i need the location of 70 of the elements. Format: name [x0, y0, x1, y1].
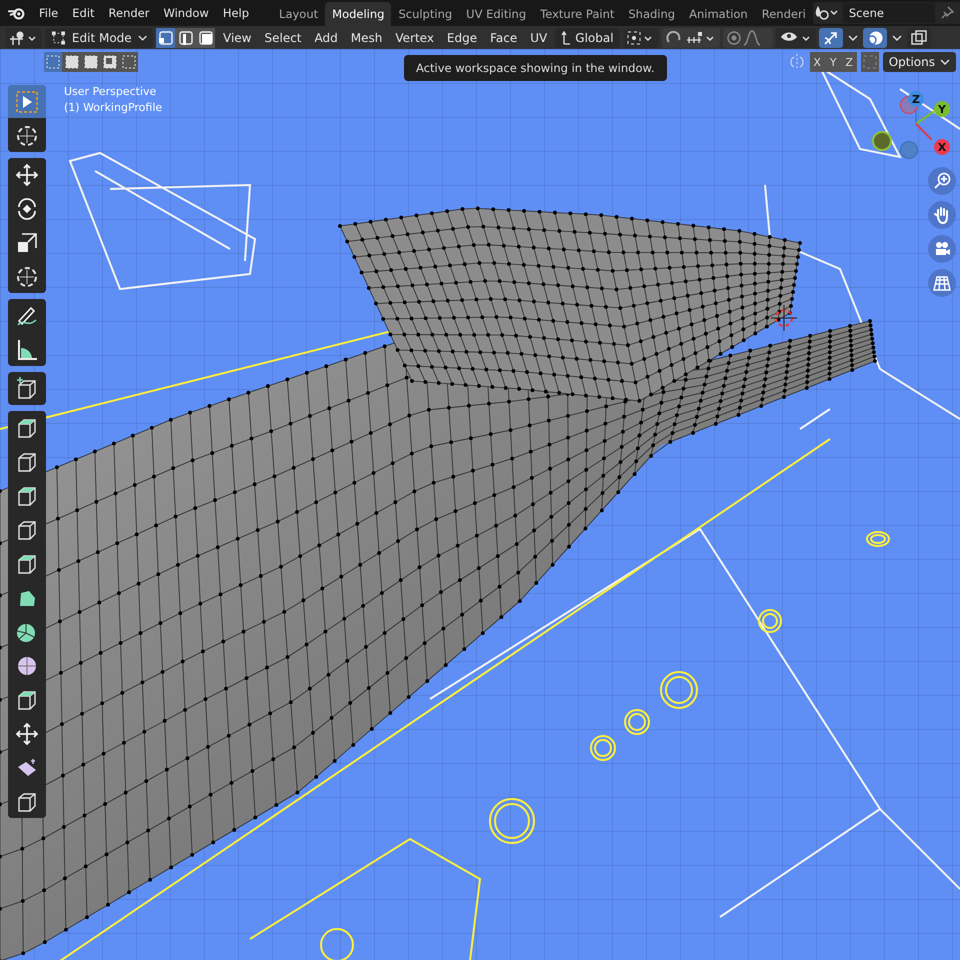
camera-icon	[933, 240, 951, 258]
menu-item[interactable]: Edit	[65, 6, 102, 20]
overlapping-squares-icon	[910, 30, 928, 46]
four-arrows-icon	[15, 722, 39, 746]
negative-x-axis-handle[interactable]	[872, 131, 892, 151]
selection-mode-button[interactable]	[44, 52, 62, 72]
vertices-icon	[51, 30, 66, 46]
tooltip: Active workspace showing in the window.	[404, 55, 667, 81]
gizmo-icon	[822, 30, 840, 46]
caret-icon	[138, 34, 147, 42]
workspace-tab[interactable]: Animation	[682, 2, 755, 26]
workspace-tab[interactable]: Sculpting	[391, 2, 460, 26]
menu-item[interactable]: Help	[216, 6, 256, 20]
axis-handle[interactable]: Y	[934, 101, 950, 117]
menu-item[interactable]: Render	[102, 6, 156, 20]
3d-cursor-icon	[770, 304, 798, 332]
menu-item[interactable]: View	[218, 30, 256, 44]
menu-item[interactable]: Add	[310, 30, 343, 44]
caret-icon	[940, 58, 950, 66]
proportional-edit-button[interactable]	[722, 28, 773, 48]
grid-icon	[933, 274, 951, 292]
cursor-icon	[15, 124, 39, 148]
options-dropdown[interactable]: Options	[882, 52, 956, 72]
menu-item[interactable]: Vertex	[390, 30, 439, 44]
workspace-tab[interactable]: Renderi	[754, 2, 813, 26]
overlay-toggle-button[interactable]	[862, 28, 887, 48]
menu-item[interactable]: Select	[259, 30, 307, 44]
hand-icon	[933, 206, 951, 224]
workspace-tab[interactable]: Layout	[272, 2, 326, 26]
overlay-icon	[866, 30, 884, 46]
projection-button[interactable]	[928, 269, 956, 297]
object-name-label: (1) WorkingProfile	[64, 101, 162, 114]
magnifier-icon	[933, 172, 951, 190]
scale-icon	[15, 230, 39, 254]
xray-toggle-button[interactable]	[906, 28, 931, 48]
mirror-icon	[788, 53, 806, 71]
workspace-tab[interactable]: UV Editing	[459, 2, 534, 26]
axis-handle[interactable]: Z	[908, 91, 924, 107]
zoom-button[interactable]	[928, 167, 956, 195]
pan-button[interactable]	[928, 201, 956, 229]
workspace-tab[interactable]: Modeling	[325, 2, 392, 26]
menu-item[interactable]: Face	[485, 30, 522, 44]
camera-view-button[interactable]	[928, 235, 956, 263]
face-select-button[interactable]	[196, 28, 215, 48]
selection-mode-button[interactable]	[120, 52, 138, 72]
transform-icon	[15, 264, 39, 288]
ruler-icon	[15, 338, 39, 362]
select-box-icon	[15, 90, 39, 114]
view-name-label: User Perspective	[64, 85, 158, 98]
rotate-icon	[15, 196, 39, 220]
snap-button[interactable]	[662, 28, 720, 48]
menu-item[interactable]: File	[32, 6, 66, 20]
move-icon	[15, 162, 39, 186]
pivot-button[interactable]	[622, 28, 659, 48]
workspace-tab[interactable]: Shading	[621, 2, 682, 26]
workspace-tab[interactable]: Texture Paint	[533, 2, 622, 26]
menu-item[interactable]: Window	[156, 6, 216, 20]
axis-icon	[561, 30, 572, 44]
gizmo-toggle-button[interactable]	[818, 28, 843, 48]
vertex-select-button[interactable]	[156, 28, 175, 48]
visibility-button[interactable]	[776, 28, 816, 48]
axis-handle[interactable]: X	[934, 139, 950, 155]
mode-dropdown[interactable]: Edit Mode	[45, 28, 153, 48]
orientation-dropdown[interactable]: Global	[555, 28, 620, 48]
menu-item[interactable]: UV	[525, 30, 552, 44]
menu-item[interactable]: Edge	[442, 30, 482, 44]
negative-z-axis-handle[interactable]	[900, 141, 918, 159]
editor-type-button[interactable]	[6, 28, 42, 48]
scene-field[interactable]: Scene	[842, 3, 935, 23]
menu-item[interactable]: Mesh	[346, 30, 388, 44]
